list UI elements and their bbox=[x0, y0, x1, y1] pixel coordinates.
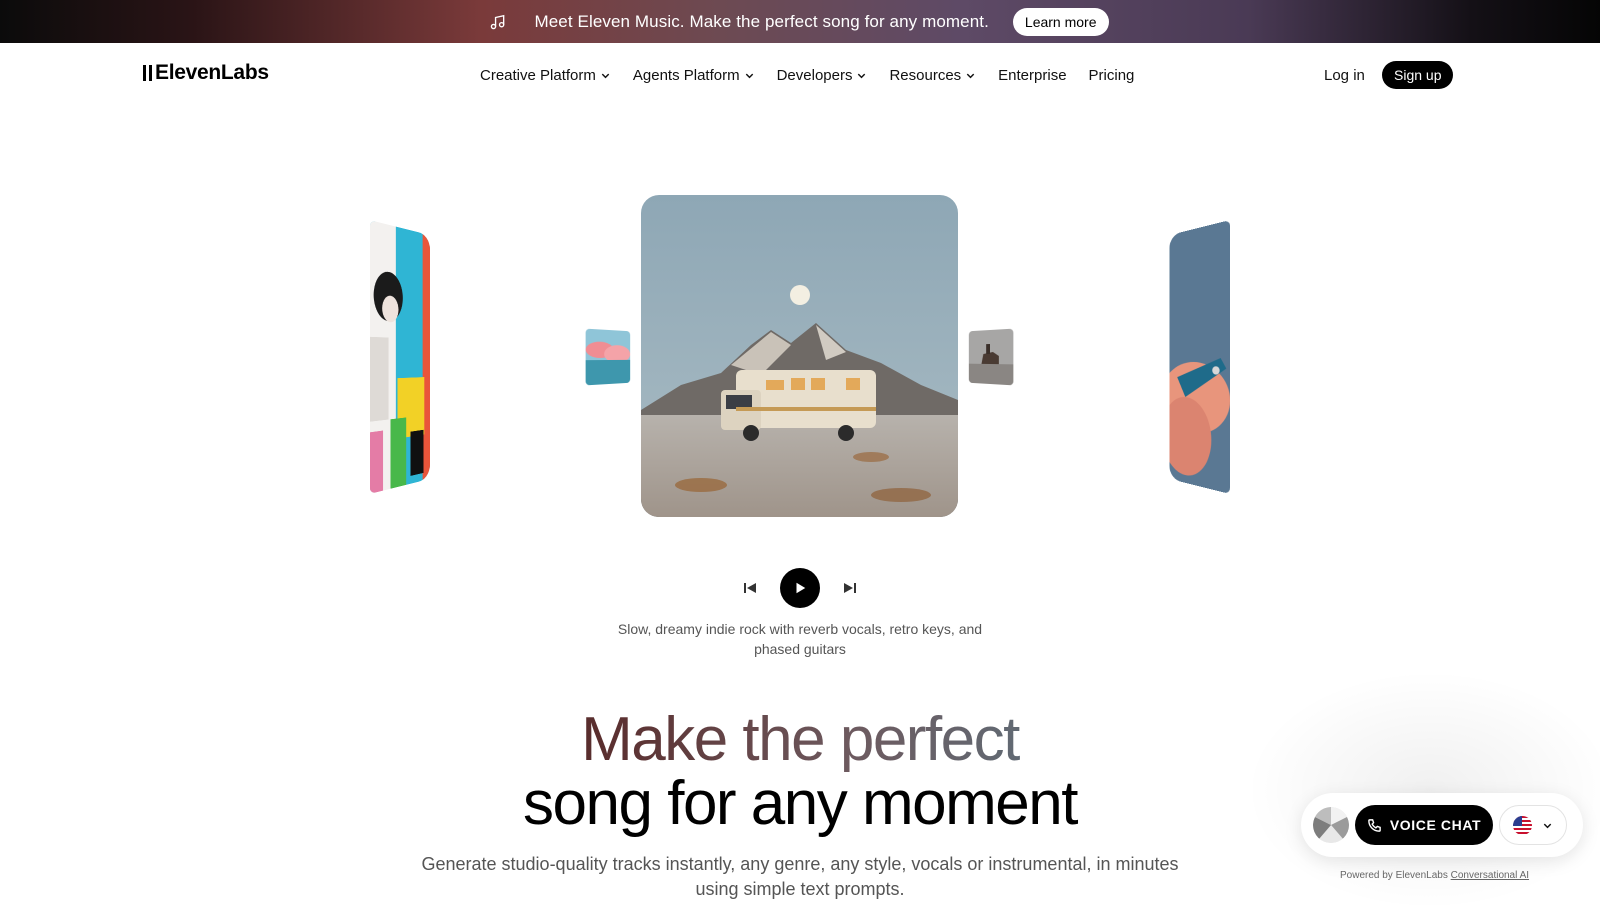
album-thumb-right[interactable] bbox=[968, 328, 1014, 386]
voice-orb-icon bbox=[1313, 807, 1349, 843]
voice-chat-label: VOICE CHAT bbox=[1389, 817, 1482, 833]
nav-item-creative-platform[interactable]: Creative Platform bbox=[480, 67, 611, 84]
headline-line-1: Make the perfect bbox=[300, 708, 1300, 772]
phone-icon bbox=[1368, 818, 1381, 832]
player-controls bbox=[0, 567, 1600, 609]
nav-item-label: Enterprise bbox=[998, 66, 1067, 84]
conversational-ai-link[interactable]: Conversational AI bbox=[1451, 870, 1529, 881]
powered-prefix: Powered by ElevenLabs bbox=[1340, 870, 1448, 881]
nav-item-label: Pricing bbox=[1088, 66, 1135, 84]
hero-headline: Make the perfect song for any moment bbox=[300, 708, 1300, 836]
nav-item-label: Developers bbox=[776, 66, 853, 84]
voice-chat-button[interactable]: VOICE CHAT bbox=[1355, 805, 1493, 845]
skip-previous-icon[interactable] bbox=[742, 580, 758, 596]
chevron-down-icon bbox=[858, 73, 866, 78]
nav-item-label: Resources bbox=[889, 66, 962, 84]
chevron-down-icon bbox=[745, 73, 753, 78]
play-button[interactable] bbox=[780, 568, 820, 608]
headline-line-2: song for any moment bbox=[523, 769, 1078, 838]
nav-item-agents-platform[interactable]: Agents Platform bbox=[633, 67, 755, 84]
chevron-down-icon bbox=[1543, 823, 1552, 828]
logo-bars-icon bbox=[143, 65, 152, 81]
nav-item-enterprise[interactable]: Enterprise bbox=[998, 67, 1066, 84]
nav-item-resources[interactable]: Resources bbox=[889, 67, 976, 84]
learn-more-button[interactable]: Learn more bbox=[1012, 7, 1109, 36]
nav-item-developers[interactable]: Developers bbox=[777, 67, 868, 84]
chevron-down-icon bbox=[966, 73, 975, 78]
play-icon bbox=[796, 582, 806, 594]
logo-text: ElevenLabs bbox=[155, 61, 269, 84]
album-carousel bbox=[0, 180, 1600, 530]
top-nav: ElevenLabs Creative Platform Agents Plat… bbox=[0, 43, 1600, 107]
nav-item-pricing[interactable]: Pricing bbox=[1089, 67, 1135, 84]
album-art-right[interactable] bbox=[1169, 220, 1231, 494]
album-art-main[interactable] bbox=[641, 195, 958, 517]
voice-chat-widget: VOICE CHAT bbox=[1301, 793, 1583, 857]
widget-shadow bbox=[1230, 660, 1600, 920]
language-selector[interactable] bbox=[1499, 805, 1567, 845]
nav-item-label: Agents Platform bbox=[632, 66, 740, 84]
elevenlabs-logo[interactable]: ElevenLabs bbox=[143, 61, 269, 85]
login-link[interactable]: Log in bbox=[1324, 67, 1365, 84]
skip-next-icon[interactable] bbox=[842, 580, 858, 596]
signup-button[interactable]: Sign up bbox=[1382, 61, 1454, 89]
hero-subtext: Generate studio-quality tracks instantly… bbox=[421, 854, 1179, 899]
nav-item-label: Creative Platform bbox=[480, 66, 596, 84]
us-flag-icon bbox=[1513, 815, 1532, 835]
album-art-left[interactable] bbox=[369, 220, 430, 494]
banner-text: Meet Eleven Music. Make the perfect song… bbox=[534, 11, 989, 31]
music-note-icon bbox=[488, 12, 508, 32]
chevron-down-icon bbox=[601, 73, 610, 78]
announcement-banner: Meet Eleven Music. Make the perfect song… bbox=[0, 0, 1600, 43]
powered-by-text: Powered by ElevenLabs Conversational AI bbox=[1340, 870, 1529, 881]
main-menu: Creative Platform Agents Platform Develo… bbox=[480, 43, 1134, 107]
album-thumb-left[interactable] bbox=[585, 328, 631, 386]
track-caption: Slow, dreamy indie rock with reverb voca… bbox=[617, 621, 983, 657]
